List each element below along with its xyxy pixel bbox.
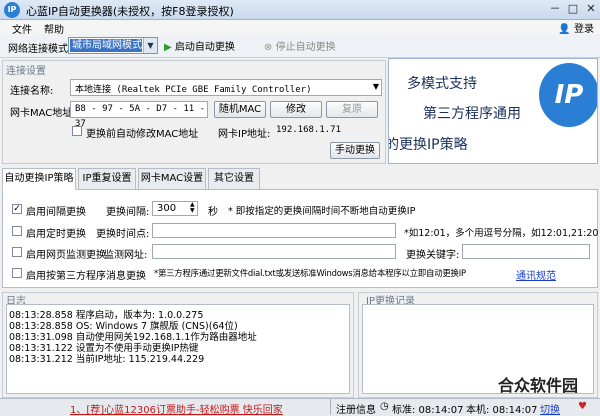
stop-icon: ⊗ xyxy=(264,42,273,53)
stop-auto-label: 停止自动更换 xyxy=(275,42,336,53)
interval-checkbox[interactable]: ✓ xyxy=(12,204,22,214)
minimize-button[interactable]: － xyxy=(548,2,562,16)
standard-time: 标准: 08:14:07 xyxy=(392,405,464,416)
tab-auto-strategy[interactable]: 自动更换IP策略 xyxy=(2,168,76,190)
timepoint-input[interactable] xyxy=(152,223,396,238)
app-icon: IP xyxy=(4,2,20,18)
log-area[interactable]: 08:13:28.858 程序启动，版本为: 1.0.0.275 08:13:2… xyxy=(6,304,350,394)
tab-mac-settings[interactable]: 网卡MAC设置 xyxy=(138,168,206,190)
timed-field-label: 更换时间点: xyxy=(96,229,150,240)
login-button[interactable]: 👤 登录 xyxy=(558,20,594,35)
mode-select[interactable]: 城市局域网模式 ▼ xyxy=(68,37,158,54)
keyword-label: 更换关键字: xyxy=(406,250,460,261)
watermark-text: 合众软件园 xyxy=(498,376,579,395)
monitor-url-label: 监测网址: xyxy=(104,250,148,261)
mac-label: 网卡MAC地址: xyxy=(10,108,76,119)
start-auto-button[interactable]: ▶ 启动自动更换 xyxy=(164,38,235,53)
interval-desc: * 即按指定的更换间隔时间不断地自动更换IP xyxy=(228,206,416,217)
modify-mac-button[interactable]: 修改 xyxy=(270,101,322,118)
connection-select[interactable]: 本地连接 (Realtek PCIe GBE Family Controller… xyxy=(70,79,382,96)
comm-spec-link[interactable]: 通讯规范 xyxy=(516,267,556,282)
clock-icon: ◷ xyxy=(380,401,389,412)
restore-mac-button[interactable]: 复原 xyxy=(326,101,378,118)
maximize-button[interactable]: □ xyxy=(566,2,580,16)
mac-address-input[interactable]: B8 - 97 - 5A - D7 - 11 - 37 xyxy=(70,101,208,129)
check-icon: ✓ xyxy=(13,204,21,214)
status-separator xyxy=(330,399,331,415)
menu-bar xyxy=(0,20,600,34)
local-time: 本机: 08:14:07 xyxy=(466,405,538,416)
timed-checkbox[interactable] xyxy=(12,226,22,236)
close-button[interactable]: ✕ xyxy=(584,2,598,16)
ad-line-3: 的更换IP策略 xyxy=(388,137,468,153)
start-auto-label: 启动自动更换 xyxy=(174,42,235,53)
timed-label: 启用定时更换 xyxy=(26,229,86,240)
register-info[interactable]: 注册信息 xyxy=(336,401,376,416)
log-line: 08:13:31.212 当前IP地址: 115.219.44.229 xyxy=(9,354,205,365)
spin-arrows-icon[interactable]: ▲ ▼ xyxy=(190,202,195,214)
manual-change-button[interactable]: 手动更换 xyxy=(330,142,380,159)
timed-desc: *如12:01，多个用逗号分隔，如12:01,21:20 xyxy=(404,228,599,239)
ip-logo-icon: IP xyxy=(539,63,597,127)
chevron-down-icon: ▼ xyxy=(372,82,379,91)
tab-other-settings[interactable]: 其它设置 xyxy=(208,168,260,190)
connection-name-label: 连接名称: xyxy=(10,86,54,97)
auto-mac-label: 更换前自动修改MAC地址 xyxy=(86,129,199,140)
ip-label: 网卡IP地址: xyxy=(218,129,271,140)
chevron-down-icon: ▼ xyxy=(143,38,157,53)
mode-label: 网络连接模式 xyxy=(8,44,68,55)
third-party-label: 启用按第三方程序消息更换 xyxy=(26,271,146,282)
third-party-checkbox[interactable] xyxy=(12,268,22,278)
connection-group-label: 连接设置 xyxy=(6,66,46,77)
mode-select-value: 城市局域网模式 xyxy=(70,39,142,52)
ad-line-1: 多模式支持 xyxy=(407,76,477,92)
window-title: 心蓝IP自动更换器(未授权，按F8登录授权) xyxy=(26,5,234,18)
ip-value: 192.168.1.71 xyxy=(276,125,342,135)
auto-mac-checkbox[interactable] xyxy=(72,126,82,136)
interval-field-label: 更换间隔: xyxy=(106,207,150,218)
ad-banner[interactable]: 多模式支持 第三方程序通用 的更换IP策略 IP xyxy=(388,58,598,164)
monitor-url-input[interactable] xyxy=(152,244,396,259)
watermark-logo: 合众软件园 xyxy=(498,366,598,396)
stop-auto-button[interactable]: ⊗ 停止自动更换 xyxy=(264,38,336,53)
web-monitor-checkbox[interactable] xyxy=(12,247,22,257)
heart-icon: ♥ xyxy=(578,401,587,412)
play-icon: ▶ xyxy=(164,42,172,53)
ad-line-2: 第三方程序通用 xyxy=(423,106,521,122)
promo-link[interactable]: 1、[荐]心蓝12306订票助手-轻松购票 快乐回家 xyxy=(70,401,283,416)
interval-label: 启用间隔更换 xyxy=(26,207,86,218)
web-monitor-label: 启用网页监测更换 xyxy=(26,250,106,261)
lang-switch-link[interactable]: 切换 xyxy=(540,401,560,416)
third-party-desc: *第三方程序通过更新文件dial.txt或发送标准Windows消息给本程序以立… xyxy=(154,268,466,278)
interval-unit: 秒 xyxy=(208,207,218,218)
connection-select-value: 本地连接 (Realtek PCIe GBE Family Controller… xyxy=(75,85,312,95)
tab-ip-repeat[interactable]: IP重复设置 xyxy=(78,168,136,190)
keyword-input[interactable] xyxy=(462,244,590,259)
random-mac-button[interactable]: 随机MAC xyxy=(214,101,266,118)
